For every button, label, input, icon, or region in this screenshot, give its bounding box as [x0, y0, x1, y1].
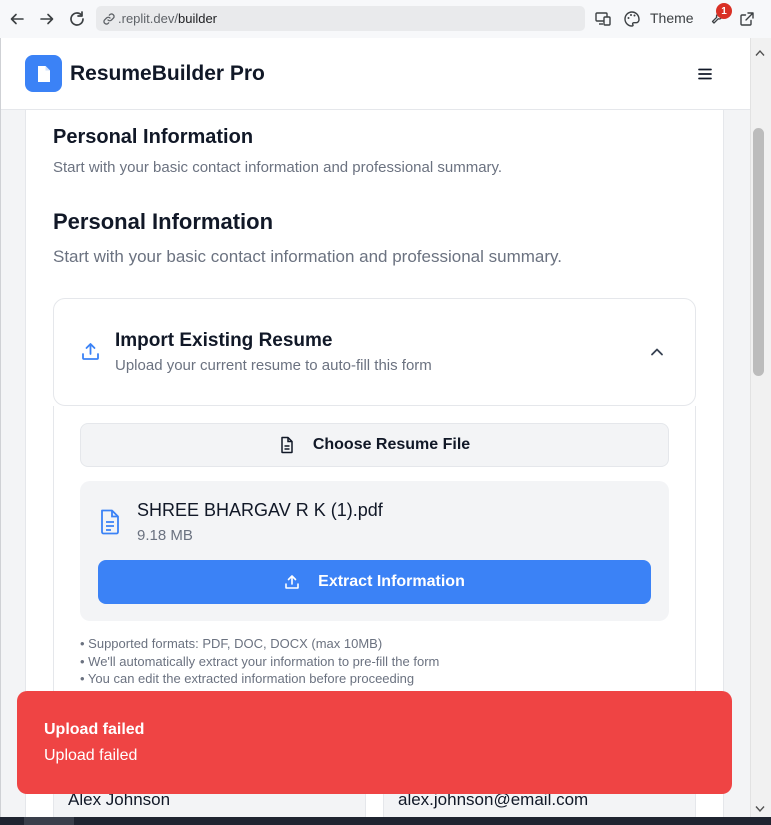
app-title[interactable]: ResumeBuilder Pro — [70, 62, 265, 86]
taskbar-item[interactable] — [24, 817, 74, 825]
browser-toolbar: .replit.dev/builder Theme 1 — [0, 0, 771, 38]
logo-icon[interactable] — [25, 55, 62, 92]
app-header: ResumeBuilder Pro — [1, 38, 750, 110]
taskbar — [0, 817, 771, 825]
reload-icon[interactable] — [67, 9, 87, 29]
section-heading-small: Personal Information — [53, 126, 254, 148]
external-link-icon[interactable] — [737, 9, 757, 29]
extract-information-label: Extract Information — [318, 573, 465, 590]
link-icon — [102, 12, 116, 26]
import-title: Import Existing Resume — [115, 330, 333, 351]
note-item: • We'll automatically extract your infor… — [80, 653, 440, 669]
scroll-up-arrow-icon[interactable] — [755, 44, 765, 62]
url-domain: .replit.dev/ — [118, 11, 178, 26]
note-item: • Supported formats: PDF, DOC, DOCX (max… — [80, 636, 383, 651]
upload-icon — [284, 574, 300, 590]
hamburger-menu-icon[interactable] — [695, 64, 715, 84]
document-icon — [279, 436, 295, 454]
devices-icon[interactable] — [593, 9, 613, 29]
theme-label[interactable]: Theme — [650, 10, 694, 26]
error-toast[interactable]: Upload failed Upload failed — [17, 691, 732, 794]
extract-information-button[interactable]: Extract Information — [98, 560, 651, 604]
choose-resume-file-button[interactable]: Choose Resume File — [80, 423, 669, 467]
toast-title: Upload failed — [44, 721, 145, 738]
section-description-small: Start with your basic contact informatio… — [53, 159, 503, 176]
section-description: Start with your basic contact informatio… — [53, 247, 562, 266]
file-size: 9.18 MB — [137, 527, 193, 544]
upload-icon — [80, 341, 101, 367]
chevron-up-icon[interactable] — [648, 343, 666, 366]
toast-message: Upload failed — [44, 747, 138, 764]
file-name: SHREE BHARGAV R K (1).pdf — [137, 500, 383, 520]
import-subtitle: Upload your current resume to auto-fill … — [115, 357, 432, 374]
section-heading: Personal Information — [53, 209, 274, 234]
note-item: • You can edit the extracted information… — [80, 671, 415, 686]
palette-icon[interactable] — [622, 9, 642, 29]
scrollbar-thumb[interactable] — [753, 128, 764, 376]
forward-arrow-icon[interactable] — [37, 9, 57, 29]
address-bar[interactable]: .replit.dev/builder — [96, 6, 585, 31]
notification-badge: 1 — [716, 3, 732, 19]
import-resume-header[interactable] — [53, 298, 696, 406]
file-icon — [99, 509, 121, 540]
url-path: builder — [177, 11, 218, 26]
scroll-down-arrow-icon[interactable] — [755, 800, 765, 818]
back-arrow-icon[interactable] — [7, 9, 27, 29]
choose-resume-file-label: Choose Resume File — [312, 436, 471, 453]
import-notes: • Supported formats: PDF, DOC, DOCX (max… — [80, 635, 439, 688]
